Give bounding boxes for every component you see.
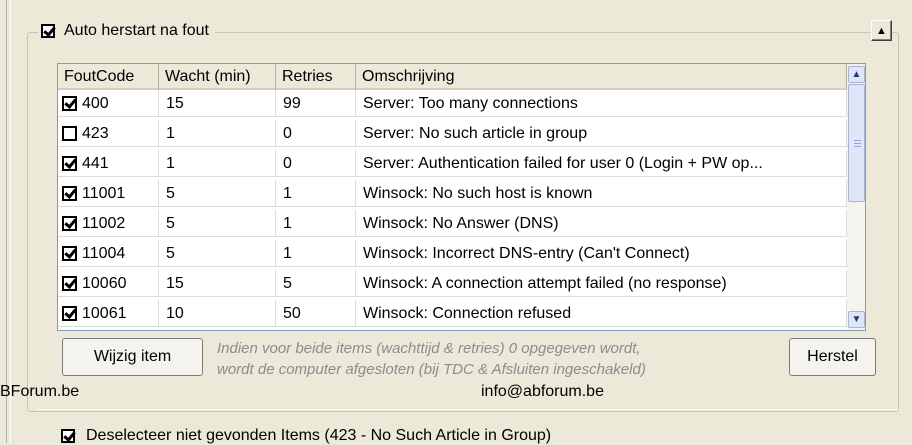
cell-omschrijving: Winsock: Incorrect DNS-entry (Can't Conn… <box>356 240 847 267</box>
cell-omschrijving: Winsock: No such host is known <box>356 180 847 207</box>
cell-wacht: 1 <box>159 150 276 177</box>
cell-foutcode: 400 <box>58 90 159 117</box>
watermark-left: BForum.be <box>0 383 80 400</box>
cell-retries: 50 <box>276 300 356 327</box>
watermark-center: info@abforum.be <box>481 383 604 400</box>
cell-wacht: 1 <box>159 120 276 147</box>
cell-foutcode: 11004 <box>58 240 159 267</box>
table-row[interactable]: 10060 15 5 Winsock: A connection attempt fa… <box>58 270 847 297</box>
group-title: Auto herstart na fout <box>64 22 209 39</box>
info-text: Indien voor beide items (wachttijd & ret… <box>217 338 777 380</box>
vertical-scrollbar[interactable]: ▲ ▼ <box>847 64 865 330</box>
scroll-thumb[interactable] <box>848 84 865 202</box>
column-header-wacht[interactable]: Wacht (min) <box>159 64 276 90</box>
cell-foutcode: 10061 <box>58 300 159 327</box>
column-header-omschrijving[interactable]: Omschrijving <box>356 64 847 90</box>
table-header: FoutCode Wacht (min) Retries Omschrijvin… <box>58 64 847 90</box>
cell-omschrijving: Winsock: No Answer (DNS) <box>356 210 847 237</box>
outer-frame-left-inner <box>10 0 11 443</box>
auto-restart-checkbox[interactable] <box>41 24 55 38</box>
deselect-label: Deselecteer niet gevonden Items (423 - N… <box>86 427 552 444</box>
scroll-up-button[interactable]: ▲ <box>848 66 865 83</box>
column-header-foutcode[interactable]: FoutCode <box>58 64 159 90</box>
error-code-table[interactable]: FoutCode Wacht (min) Retries Omschrijvin… <box>57 63 866 331</box>
cell-retries: 0 <box>276 120 356 147</box>
fout-code: 11002 <box>82 214 126 232</box>
cell-foutcode: 10060 <box>58 270 159 297</box>
deselect-checkbox[interactable] <box>61 429 75 443</box>
restore-button[interactable]: Herstel <box>789 338 876 376</box>
fout-code: 10060 <box>82 274 127 292</box>
scroll-down-button[interactable]: ▼ <box>848 311 865 328</box>
cell-retries: 0 <box>276 150 356 177</box>
cell-foutcode: 11002 <box>58 210 159 237</box>
chevron-up-icon: ▲ <box>851 69 862 80</box>
table-row[interactable]: 11002 5 1 Winsock: No Answer (DNS) <box>58 210 847 237</box>
column-header-retries[interactable]: Retries <box>276 64 356 90</box>
cell-wacht: 15 <box>159 90 276 117</box>
table-row[interactable]: 10061 10 50 Winsock: Connection refused <box>58 300 847 327</box>
cell-wacht: 5 <box>159 210 276 237</box>
cell-omschrijving: Server: Too many connections <box>356 90 847 117</box>
cell-retries: 1 <box>276 240 356 267</box>
info-line-2: wordt de computer afgesloten (bij TDC & … <box>217 361 646 378</box>
cell-foutcode: 441 <box>58 150 159 177</box>
cell-omschrijving: Winsock: A connection attempt failed (no… <box>356 270 847 297</box>
cell-omschrijving: Winsock: Connection refused <box>356 300 847 327</box>
table-row[interactable]: 11004 5 1 Winsock: Incorrect DNS-entry (Can… <box>58 240 847 267</box>
cell-wacht: 5 <box>159 180 276 207</box>
cell-retries: 99 <box>276 90 356 117</box>
table-row[interactable]: 441 1 0 Server: Authentication failed for u… <box>58 150 847 177</box>
fout-code: 441 <box>82 154 109 172</box>
table-row[interactable]: 423 1 0 Server: No such article in group <box>58 120 847 147</box>
cell-omschrijving: Server: No such article in group <box>356 120 847 147</box>
edit-item-button[interactable]: Wijzig item <box>62 338 203 376</box>
row-checkbox[interactable] <box>62 125 77 141</box>
fout-code: 400 <box>82 94 109 112</box>
table-row[interactable]: 11001 5 1 Winsock: No such host is known <box>58 180 847 207</box>
outer-frame-left <box>6 0 7 443</box>
cell-foutcode: 423 <box>58 120 159 147</box>
row-checkbox[interactable] <box>62 275 77 291</box>
collapse-button[interactable]: ▲ <box>871 20 892 41</box>
fout-code: 423 <box>82 124 109 142</box>
cell-wacht: 10 <box>159 300 276 327</box>
group-header[interactable]: Auto herstart na fout <box>38 18 215 44</box>
row-checkbox[interactable] <box>62 215 77 231</box>
chevron-down-icon: ▼ <box>851 314 862 325</box>
cell-wacht: 15 <box>159 270 276 297</box>
fout-code: 11001 <box>82 184 126 202</box>
cell-wacht: 5 <box>159 240 276 267</box>
row-checkbox[interactable] <box>62 245 77 261</box>
info-line-1: Indien voor beide items (wachttijd & ret… <box>217 340 641 357</box>
row-checkbox[interactable] <box>62 185 77 201</box>
row-checkbox[interactable] <box>62 155 77 171</box>
deselect-option[interactable]: Deselecteer niet gevonden Items (423 - N… <box>61 427 551 445</box>
table-row[interactable]: 400 15 99 Server: Too many connections <box>58 90 847 117</box>
fout-code: 11004 <box>82 244 126 262</box>
cell-retries: 5 <box>276 270 356 297</box>
row-checkbox[interactable] <box>62 95 77 111</box>
fout-code: 10061 <box>82 304 127 322</box>
cell-foutcode: 11001 <box>58 180 159 207</box>
cell-omschrijving: Server: Authentication failed for user 0… <box>356 150 847 177</box>
triangle-up-icon: ▲ <box>876 24 887 37</box>
cell-retries: 1 <box>276 180 356 207</box>
row-checkbox[interactable] <box>62 305 77 321</box>
cell-retries: 1 <box>276 210 356 237</box>
